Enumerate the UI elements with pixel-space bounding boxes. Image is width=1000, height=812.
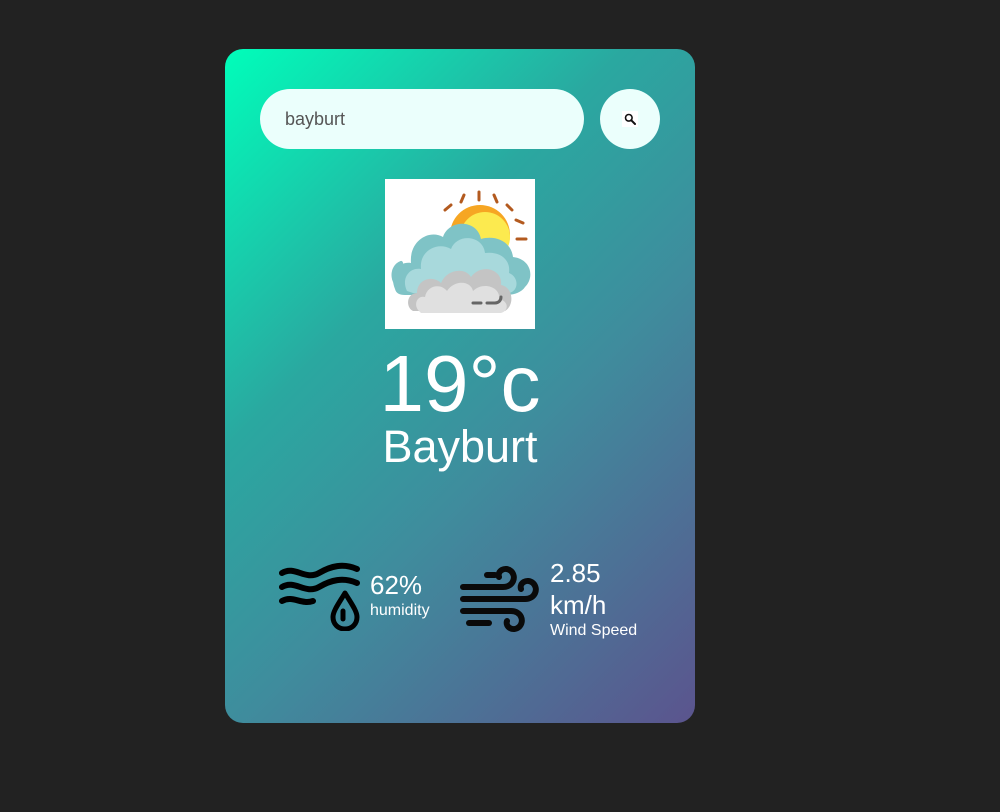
wind-icon [459,563,541,635]
search-bar [260,89,660,149]
search-input[interactable] [260,89,584,149]
humidity-label: humidity [370,602,430,619]
city-name: Bayburt [382,421,538,472]
search-icon [622,111,638,127]
humidity-text: 62% humidity [370,569,430,621]
humidity-detail: 62% humidity [279,559,430,632]
wind-text: 2.85 km/h Wind Speed [550,557,637,641]
humidity-value: 62% [370,570,423,600]
wind-speed-value: 2.85 km/h [550,558,607,620]
wind-speed-label: Wind Speed [550,622,638,639]
search-button[interactable] [600,89,660,149]
wind-detail: 2.85 km/h Wind Speed [459,557,637,641]
temperature-readout: 19°c [379,339,541,428]
humidity-icon [279,559,361,632]
partly-cloudy-sun-icon [385,179,535,329]
weather-card: 19°c Bayburt 62% humidity [225,49,695,723]
